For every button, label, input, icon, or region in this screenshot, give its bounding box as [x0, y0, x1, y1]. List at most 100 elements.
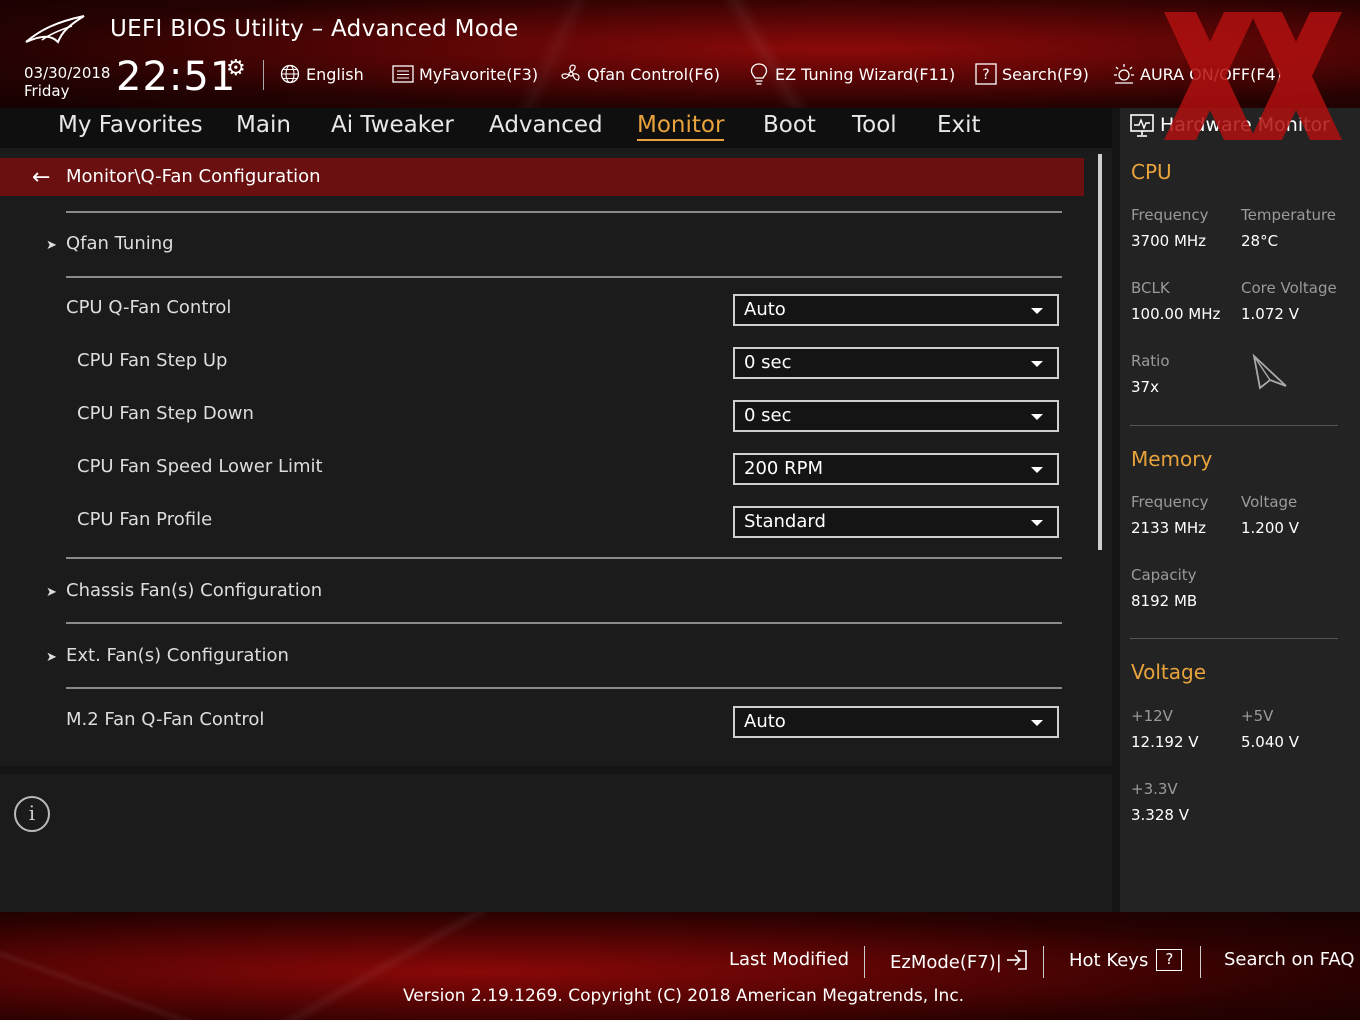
- last-modified-label: Last Modified: [729, 949, 850, 970]
- help-panel: i: [0, 774, 1112, 912]
- settings-panel: ← Monitor\Q-Fan Configuration ➤ Qfan Tun…: [0, 148, 1112, 766]
- memory-voltage-value: 1.200 V: [1241, 519, 1299, 537]
- v12-label: +12V: [1131, 707, 1173, 725]
- cpu-heading: CPU: [1131, 160, 1172, 184]
- hotkeys-label: Hot Keys: [1069, 949, 1149, 971]
- cpu-temperature-label: Temperature: [1241, 206, 1337, 224]
- last-modified-button[interactable]: Last Modified: [729, 949, 849, 970]
- tab-main[interactable]: Main: [236, 112, 291, 138]
- lightbulb-icon: [748, 63, 770, 85]
- tab-boot[interactable]: Boot: [763, 112, 816, 138]
- ez-tuning-label: EZ Tuning Wizard(F11): [775, 64, 956, 84]
- cpu-fan-step-down-select[interactable]: 0 sec: [733, 400, 1059, 432]
- gear-icon[interactable]: ⚙: [226, 56, 246, 81]
- select-value: Auto: [744, 299, 786, 320]
- search-label: Search(F9): [1002, 64, 1089, 84]
- search-button[interactable]: ? Search(F9): [975, 63, 1089, 85]
- v5-label: +5V: [1241, 707, 1274, 725]
- tab-tool[interactable]: Tool: [852, 112, 897, 138]
- fan-icon: [560, 63, 582, 85]
- ez-tuning-button[interactable]: EZ Tuning Wizard(F11): [748, 63, 955, 85]
- language-label: English: [306, 64, 364, 84]
- bclk-label: BCLK: [1131, 279, 1170, 297]
- myfavorite-label: MyFavorite(F3): [419, 64, 539, 84]
- question-box-icon: ?: [1156, 949, 1183, 971]
- v33-label: +3.3V: [1131, 780, 1178, 798]
- tab-advanced[interactable]: Advanced: [489, 112, 603, 138]
- cpu-fan-profile-select[interactable]: Standard: [733, 506, 1059, 538]
- search-faq-label: Search on FAQ: [1224, 949, 1355, 970]
- main-tab-bar: My Favorites Main Ai Tweaker Advanced Mo…: [0, 108, 1112, 148]
- footer-divider: [864, 946, 865, 978]
- date-text: 03/30/2018: [24, 64, 111, 82]
- chevron-down-icon: [1031, 414, 1043, 420]
- chevron-right-icon: ➤: [46, 585, 57, 600]
- chevron-down-icon: [1031, 720, 1043, 726]
- memory-capacity-label: Capacity: [1131, 566, 1197, 584]
- myfavorite-button[interactable]: MyFavorite(F3): [392, 63, 538, 85]
- memory-voltage-label: Voltage: [1241, 493, 1298, 511]
- footer-divider: [1200, 946, 1201, 978]
- divider: [66, 557, 1062, 559]
- ezmode-button[interactable]: EzMode(F7)|: [890, 949, 1028, 976]
- globe-icon: [279, 63, 301, 85]
- aura-label: AURA ON/OFF(F4): [1140, 64, 1282, 84]
- core-voltage-value: 1.072 V: [1241, 305, 1299, 323]
- footer-divider: [1043, 946, 1044, 978]
- voltage-heading: Voltage: [1131, 660, 1207, 684]
- submenu-ext-fan[interactable]: Ext. Fan(s) Configuration: [66, 645, 289, 666]
- setting-label: CPU Fan Speed Lower Limit: [77, 456, 323, 477]
- submenu-chassis-fan[interactable]: Chassis Fan(s) Configuration: [66, 580, 322, 601]
- setting-label: CPU Fan Step Down: [77, 403, 254, 424]
- divider: [66, 622, 1062, 624]
- chevron-down-icon: [1031, 520, 1043, 526]
- cpu-fan-step-up-select[interactable]: 0 sec: [733, 347, 1059, 379]
- submenu-qfan-tuning[interactable]: Qfan Tuning: [66, 233, 174, 254]
- info-icon: i: [14, 796, 50, 832]
- monitor-icon: [1130, 114, 1154, 137]
- search-faq-button[interactable]: Search on FAQ: [1224, 949, 1355, 970]
- v33-value: 3.328 V: [1131, 806, 1189, 824]
- memory-frequency-value: 2133 MHz: [1131, 519, 1207, 537]
- setting-label: CPU Fan Profile: [77, 509, 213, 530]
- setting-label: CPU Q-Fan Control: [66, 297, 232, 318]
- hardware-monitor-title: Hardware Monitor: [1160, 114, 1330, 136]
- chevron-right-icon: ➤: [46, 650, 57, 665]
- version-text: Version 2.19.1269. Copyright (C) 2018 Am…: [403, 986, 965, 1006]
- divider: [1130, 638, 1338, 639]
- cpu-fan-speed-lower-limit-select[interactable]: 200 RPM: [733, 453, 1059, 485]
- sun-icon: [1113, 63, 1135, 85]
- clock-display: 22:51: [116, 54, 237, 100]
- back-arrow-icon[interactable]: ←: [32, 165, 50, 190]
- question-box-icon: ?: [975, 63, 997, 85]
- bclk-value: 100.00 MHz: [1131, 305, 1221, 323]
- aura-button[interactable]: AURA ON/OFF(F4): [1113, 63, 1282, 85]
- cpu-qfan-control-select[interactable]: Auto: [733, 294, 1059, 326]
- list-icon: [392, 63, 414, 85]
- memory-frequency-label: Frequency: [1131, 493, 1209, 511]
- scrollbar[interactable]: [1098, 154, 1102, 550]
- m2-fan-qfan-control-select[interactable]: Auto: [733, 706, 1059, 738]
- select-value: 200 RPM: [744, 458, 823, 479]
- divider: [66, 211, 1062, 213]
- core-voltage-label: Core Voltage: [1241, 279, 1337, 297]
- hotkeys-button[interactable]: Hot Keys ?: [1069, 949, 1183, 971]
- qfan-control-button[interactable]: Qfan Control(F6): [560, 63, 720, 85]
- select-value: 0 sec: [744, 405, 792, 426]
- tab-monitor[interactable]: Monitor: [637, 112, 725, 141]
- chevron-down-icon: [1031, 361, 1043, 367]
- rog-logo-icon: [25, 15, 85, 44]
- v12-value: 12.192 V: [1131, 733, 1199, 751]
- language-button[interactable]: English: [279, 63, 364, 85]
- hardware-monitor-panel: Hardware Monitor CPU Frequency 3700 MHz …: [1120, 108, 1360, 912]
- tab-ai-tweaker[interactable]: Ai Tweaker: [331, 112, 454, 138]
- memory-heading: Memory: [1131, 447, 1213, 471]
- tab-my-favorites[interactable]: My Favorites: [58, 112, 203, 138]
- tab-exit[interactable]: Exit: [937, 112, 981, 138]
- cursor-arrow-icon: [1252, 353, 1287, 390]
- svg-text:?: ?: [982, 67, 989, 83]
- divider: [66, 687, 1062, 689]
- exit-arrow-icon: [1006, 949, 1028, 976]
- header-divider: [263, 60, 264, 90]
- breadcrumb: ← Monitor\Q-Fan Configuration: [0, 158, 1084, 196]
